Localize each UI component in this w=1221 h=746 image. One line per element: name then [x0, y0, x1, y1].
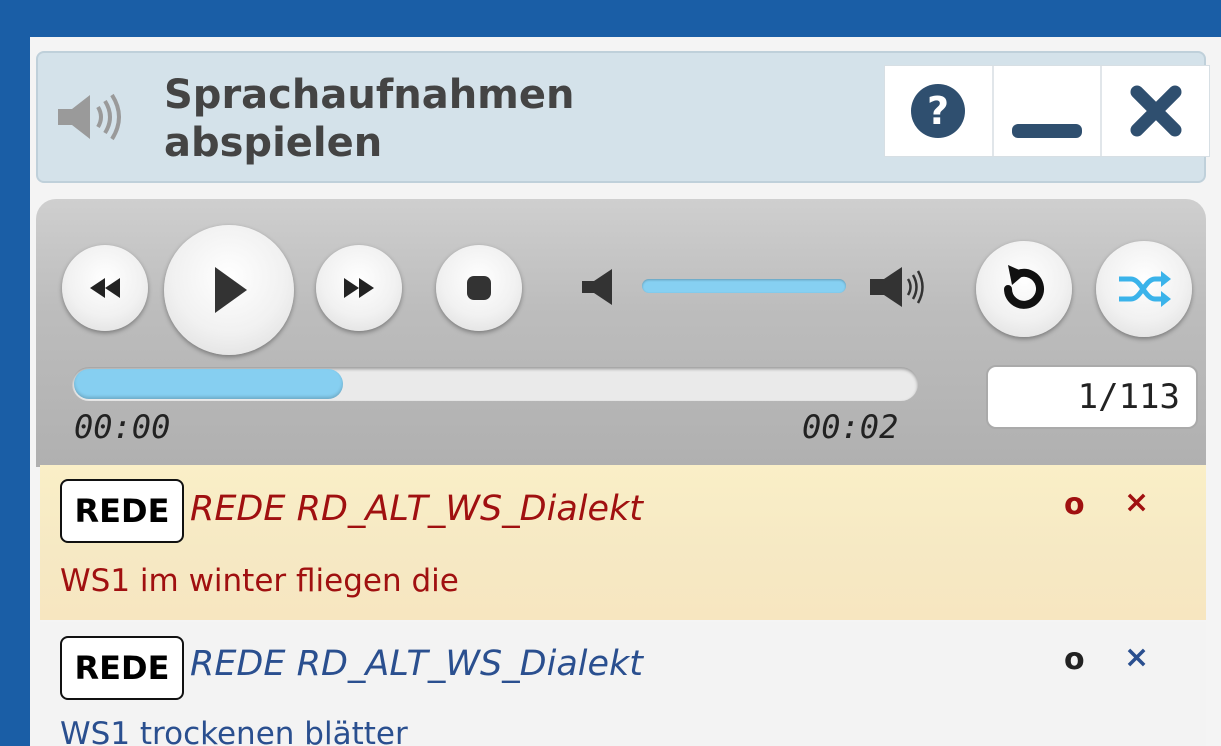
help-icon: ? — [911, 84, 966, 138]
playlist-item[interactable]: REDE REDE RD_ALT_WS_Dialekt WS1 im winte… — [40, 465, 1206, 620]
volume-up-icon[interactable] — [868, 265, 938, 309]
item-subtitle: WS1 im winter fliegen die — [60, 563, 459, 599]
stop-button[interactable] — [436, 245, 522, 331]
help-button[interactable]: ? — [885, 66, 994, 156]
player-controls: 00:00 00:02 1/113 — [36, 199, 1206, 467]
item-title[interactable]: REDE RD_ALT_WS_Dialekt — [190, 489, 643, 529]
volume-slider[interactable] — [642, 279, 846, 293]
rede-logo: REDE — [60, 479, 184, 543]
close-button[interactable] — [1102, 66, 1209, 156]
item-option-button[interactable]: o — [1064, 487, 1085, 522]
rewind-icon — [90, 278, 120, 298]
play-button[interactable] — [164, 225, 294, 355]
fast-forward-button[interactable] — [316, 245, 402, 331]
repeat-button[interactable] — [976, 241, 1072, 337]
item-remove-button[interactable]: × — [1124, 640, 1149, 675]
window-title: Sprachaufnahmen abspielen — [164, 72, 575, 166]
svg-text:?: ? — [927, 89, 949, 133]
item-title[interactable]: REDE RD_ALT_WS_Dialekt — [190, 644, 643, 684]
play-icon — [215, 267, 247, 313]
fast-forward-icon — [344, 278, 374, 298]
item-option-button[interactable]: o — [1064, 642, 1085, 677]
window-controls: ? — [884, 65, 1210, 157]
minimize-icon — [1012, 124, 1082, 138]
minimize-button[interactable] — [994, 66, 1103, 156]
progress-bar[interactable] — [72, 367, 918, 401]
audio-player-window: Sprachaufnahmen abspielen ? 00:00 00:02 … — [30, 37, 1221, 746]
playlist-item[interactable]: REDE REDE RD_ALT_WS_Dialekt WS1 trockene… — [40, 622, 1206, 746]
rewind-button[interactable] — [62, 245, 148, 331]
item-remove-button[interactable]: × — [1124, 485, 1149, 520]
item-subtitle: WS1 trockenen blätter — [60, 716, 408, 746]
time-current: 00:00 — [74, 408, 171, 446]
progress-fill — [74, 369, 343, 399]
speaker-icon — [58, 93, 121, 141]
shuffle-button[interactable] — [1096, 241, 1192, 337]
window-header: Sprachaufnahmen abspielen ? — [36, 51, 1210, 183]
time-total: 00:02 — [802, 408, 899, 446]
stop-icon — [467, 276, 491, 300]
shuffle-icon — [1119, 271, 1171, 307]
track-counter[interactable]: 1/113 — [986, 365, 1198, 429]
repeat-icon — [1004, 265, 1044, 309]
close-icon — [1130, 85, 1182, 137]
volume-mute-icon[interactable] — [578, 267, 622, 307]
rede-logo: REDE — [60, 636, 184, 700]
